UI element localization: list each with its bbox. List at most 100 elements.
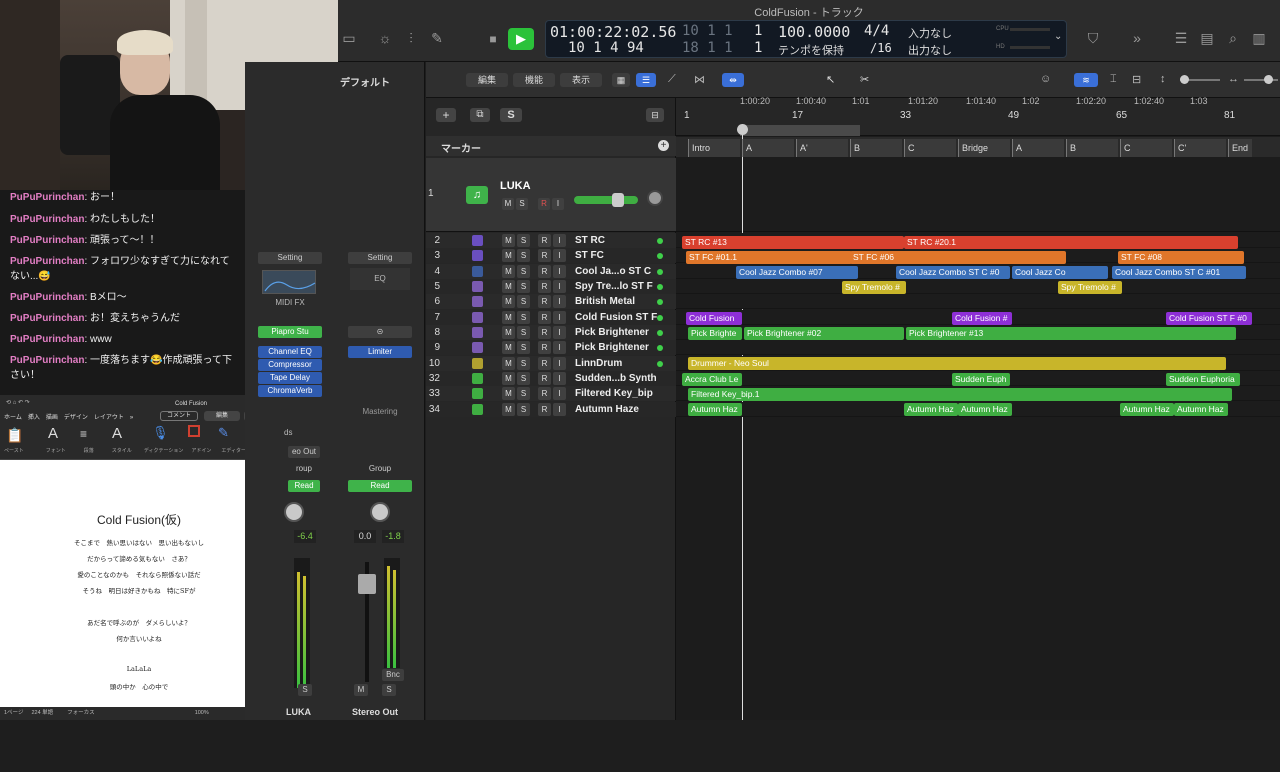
view-menu[interactable]: 表示 [560,73,602,87]
marker-item[interactable]: C' [1174,139,1226,157]
track-row[interactable] [426,356,676,371]
solo-button[interactable]: S [517,341,530,354]
track-name[interactable]: Cold Fusion ST F [575,310,657,325]
comment-button[interactable]: コメント [160,411,198,421]
input-monitor-button[interactable]: I [553,403,566,416]
volume-fader[interactable] [358,574,376,594]
input-monitor-button[interactable]: I [553,372,566,385]
marker-item[interactable]: C [904,139,956,157]
input-monitor-button[interactable]: I [553,249,566,262]
horizontal-zoom-icon[interactable]: ↔ [1228,73,1239,85]
pan-knob[interactable] [284,502,304,522]
pan-knob[interactable] [370,502,390,522]
plugin-slot[interactable]: ChromaVerb [258,385,322,397]
expand-icon[interactable]: » [1126,28,1148,48]
word-tab[interactable]: 挿入 [28,415,40,421]
vertical-zoom-icon[interactable]: ↕ [1160,73,1166,85]
input-monitor-button[interactable]: I [553,387,566,400]
plugin-slot[interactable]: Tape Delay [258,372,322,384]
track-row[interactable]: 1 ♫ LUKA M S R I [426,158,676,232]
fit-icon[interactable]: ⊟ [1132,73,1141,86]
input-monitor-button[interactable]: I [553,295,566,308]
solo-button[interactable]: S [517,234,530,247]
search-icon[interactable]: ⌕ [1222,28,1244,48]
input-monitor-button[interactable]: I [553,341,566,354]
focus-button[interactable]: フォーカス [67,710,95,716]
font-icon[interactable]: A [48,425,58,442]
input-monitor-button[interactable]: I [553,280,566,293]
track-name[interactable]: Cool Ja...o ST C [575,264,651,279]
microphone-icon[interactable]: 🎙 [152,425,169,441]
input-monitor-button[interactable]: I [553,357,566,370]
browser-icon[interactable]: ▥ [1248,28,1270,48]
link-button[interactable]: ⊝ [348,326,412,338]
track-name[interactable]: Filtered Key_bip [575,386,653,401]
record-button[interactable]: R [538,341,551,354]
region[interactable]: Autumn Haz [958,403,1012,416]
edit-menu[interactable]: 編集 [466,73,508,87]
marker-item[interactable]: Intro [688,139,740,157]
record-button[interactable]: R [538,295,551,308]
playhead-handle[interactable] [737,124,748,135]
region[interactable]: Autumn Haz [1174,403,1228,416]
catch-icon[interactable]: ⊟ [646,108,664,122]
track-name[interactable]: British Metal [575,294,635,309]
smile-icon[interactable]: ☺ [1040,73,1051,85]
track-name[interactable]: Autumn Haze [575,402,639,417]
add-marker-icon[interactable]: + [658,140,669,151]
vertical-zoom-slider[interactable] [1180,75,1220,84]
record-button[interactable]: R [538,198,550,210]
region[interactable]: ST RC #13 [682,236,904,249]
region[interactable]: Pick Brightener #13 [906,327,1236,340]
add-track-button[interactable]: + [436,108,456,122]
horizontal-zoom-slider[interactable] [1244,75,1278,84]
marker-item[interactable]: End [1228,139,1252,157]
grid-view-icon[interactable]: ▦ [612,73,630,87]
track-name[interactable]: LinnDrum [575,356,622,371]
scissors-tool-icon[interactable]: ✂ [860,73,869,86]
marker-item[interactable]: Bridge [958,139,1010,157]
edit-mode-button[interactable]: 編集 [204,411,240,421]
region[interactable]: Cool Jazz Co [1012,266,1108,279]
input-monitor-button[interactable]: I [552,198,564,210]
output-slot[interactable]: eo Out [288,446,320,458]
marker-item[interactable]: C [1120,139,1172,157]
automation-icon[interactable]: ⟋ [668,73,676,86]
marker-item[interactable]: A [1012,139,1064,157]
global-solo-button[interactable]: S [500,108,522,122]
volume-slider[interactable] [574,193,638,207]
mute-button[interactable]: M [502,403,515,416]
marker-item[interactable]: A' [796,139,848,157]
region[interactable]: Sudden Euphoria [1166,373,1240,386]
bounce-button[interactable]: Bnc [382,669,404,681]
eq-thumbnail[interactable] [262,270,316,294]
solo-button[interactable]: S [517,280,530,293]
track-name[interactable]: Pick Brightener [575,325,649,340]
track-name[interactable]: LUKA [500,180,531,192]
mute-button[interactable]: M [502,387,515,400]
record-button[interactable]: R [538,357,551,370]
word-tab[interactable]: デザイン [64,415,88,421]
mute-button[interactable]: M [502,234,515,247]
track-row[interactable] [426,233,676,248]
track-name[interactable]: ST RC [575,233,605,248]
record-button[interactable]: R [538,403,551,416]
automation-mode[interactable]: Read [288,480,320,492]
region[interactable]: Cold Fusion [686,312,742,325]
solo-button[interactable]: S [517,403,530,416]
marker-item[interactable]: B [1066,139,1118,157]
plugin-slot[interactable]: Compressor [258,359,322,371]
mixer-icon[interactable]: ⫶ [400,28,422,48]
region[interactable]: Pick Brighte [688,327,742,340]
word-tab[interactable]: ホーム [4,415,22,421]
mute-button[interactable]: M [502,311,515,324]
track-name[interactable]: Pick Brightener [575,340,649,355]
library-icon[interactable]: ▭ [338,28,360,48]
word-tab[interactable]: » [130,415,133,421]
duplicate-track-icon[interactable]: ⧉ [470,108,490,122]
region[interactable]: Cool Jazz Combo #07 [736,266,858,279]
region[interactable]: Accra Club Le [682,373,742,386]
list-view-icon[interactable]: ☰ [636,73,656,87]
region[interactable]: Pick Brightener #02 [744,327,904,340]
word-page[interactable]: Cold Fusion(仮) そこまで 熱い思いはない 思い出もないし だからっ… [0,461,278,705]
